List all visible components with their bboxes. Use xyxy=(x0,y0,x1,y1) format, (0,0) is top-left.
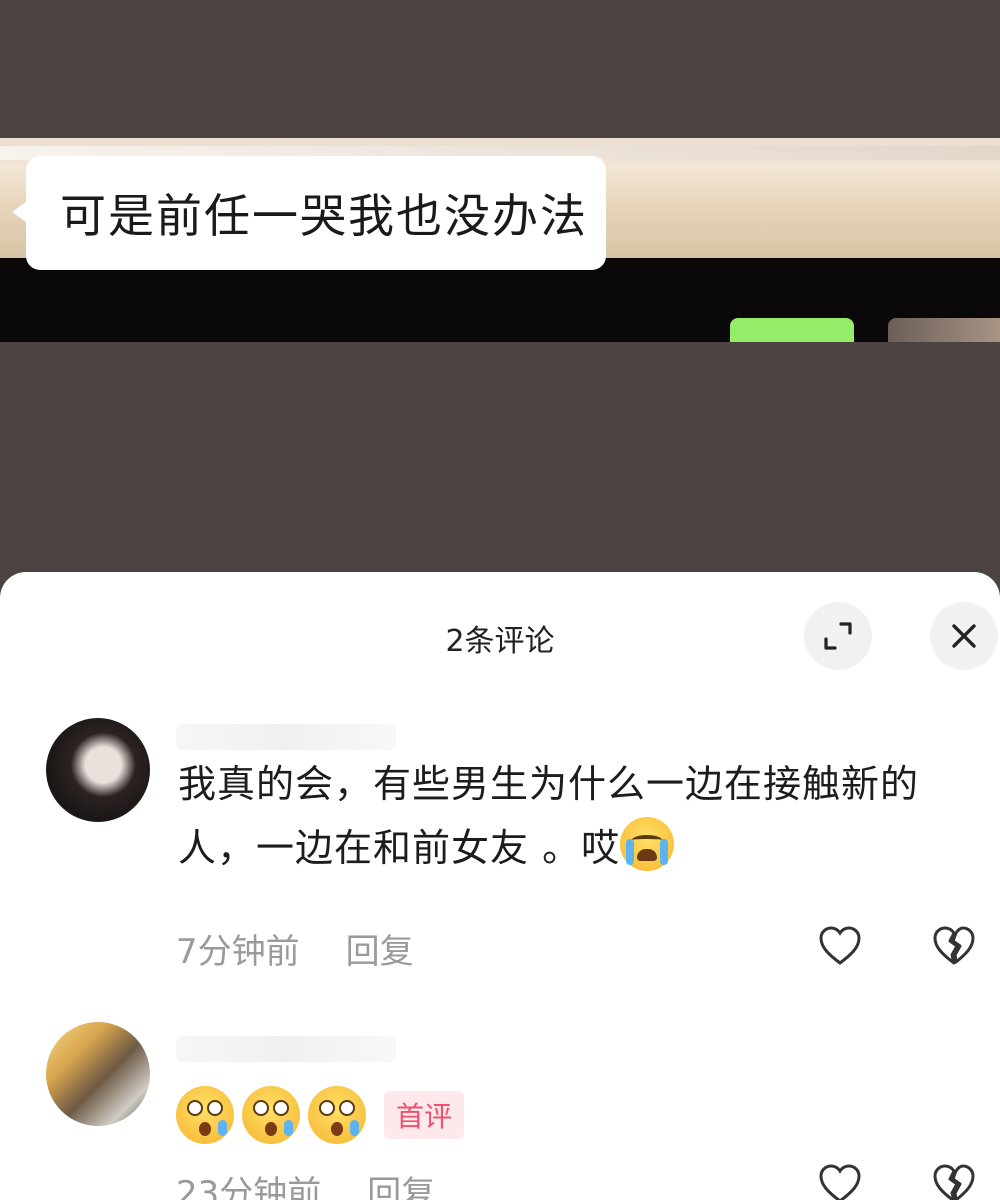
like-button[interactable] xyxy=(816,1160,864,1200)
subtitle-text: 可是前任一哭我也没办法 xyxy=(60,189,588,243)
close-button[interactable] xyxy=(930,602,998,670)
username-blurred xyxy=(176,1036,396,1062)
comments-sheet: 2条评论 我真的会，有些男生为什么一边在接触新的人，一边在和前女友 。哎 7分钟… xyxy=(0,572,1000,1200)
comment-text: 我真的会，有些男生为什么一边在接触新的人，一边在和前女友 。哎 xyxy=(178,752,988,880)
comment-time: 23分钟前 xyxy=(176,1174,322,1200)
expand-icon xyxy=(824,622,852,650)
expand-button[interactable] xyxy=(804,602,872,670)
chat-bubble-subtitle: 可是前任一哭我也没办法 xyxy=(12,156,606,270)
video-area[interactable]: 可是前任一哭我也没办法 xyxy=(0,0,1000,580)
close-icon xyxy=(952,624,976,648)
first-comment-badge: 首评 xyxy=(384,1091,465,1139)
comment-text-content: 我真的会，有些男生为什么一边在接触新的人，一边在和前女友 。哎 xyxy=(178,762,920,870)
loudly-crying-face-icon xyxy=(620,817,675,871)
green-chat-bubble xyxy=(730,318,854,342)
like-button[interactable] xyxy=(816,922,864,970)
broken-heart-icon xyxy=(933,926,975,965)
astonished-crying-face-icon xyxy=(176,1086,234,1144)
dislike-button[interactable] xyxy=(930,922,978,970)
astonished-crying-face-icon xyxy=(242,1086,300,1144)
comment-meta: 7分钟前 回复 xyxy=(176,924,414,973)
reply-button[interactable]: 回复 xyxy=(367,1174,435,1200)
chat-avatar-thumb xyxy=(888,318,1000,342)
avatar[interactable] xyxy=(46,1022,150,1126)
dislike-button[interactable] xyxy=(930,1160,978,1200)
heart-icon xyxy=(819,1164,861,1200)
avatar[interactable] xyxy=(46,718,150,822)
reply-button[interactable]: 回复 xyxy=(346,932,414,972)
heart-icon xyxy=(819,926,861,965)
comment-time: 7分钟前 xyxy=(176,932,300,972)
emoji-row: 首评 xyxy=(176,1086,465,1144)
username-blurred xyxy=(176,724,396,750)
broken-heart-icon xyxy=(933,1164,975,1200)
astonished-crying-face-icon xyxy=(308,1086,366,1144)
comment-meta: 23分钟前 回复 xyxy=(176,1166,435,1200)
